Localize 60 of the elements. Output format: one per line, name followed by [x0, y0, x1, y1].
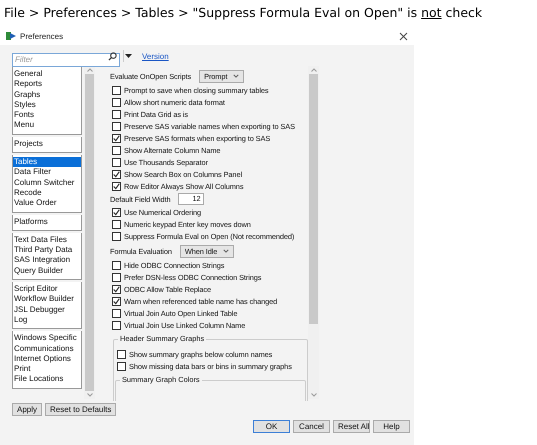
sidebar-item[interactable]: Styles — [13, 100, 81, 110]
sidebar-item[interactable]: Graphs — [13, 90, 81, 100]
sidebar-item[interactable]: Value Order — [13, 198, 81, 209]
sidebar-item[interactable]: Data Filter — [13, 167, 81, 178]
checkbox[interactable] — [112, 182, 121, 190]
window-title: Preferences — [20, 32, 64, 40]
sidebar-item[interactable]: File Locations — [13, 374, 81, 385]
checkbox[interactable] — [112, 122, 121, 130]
caret-icon — [233, 74, 240, 78]
search-icon — [108, 52, 117, 60]
sidebar-item[interactable]: Menu — [13, 120, 81, 131]
sidebar-item[interactable]: Tables — [13, 157, 81, 168]
sidebar-item[interactable]: Column Switcher — [13, 178, 81, 188]
sidebar-item[interactable]: Windows Specific — [13, 333, 81, 344]
checkbox[interactable] — [117, 362, 126, 370]
dialog-button[interactable]: Reset All — [333, 420, 370, 433]
checkbox[interactable] — [112, 146, 121, 154]
reset-button[interactable]: Reset to Defaults — [45, 403, 116, 416]
filter-field[interactable]: Filter — [12, 52, 120, 66]
checkbox[interactable] — [112, 308, 121, 318]
checkbox[interactable] — [117, 350, 126, 358]
checkbox[interactable] — [112, 220, 121, 228]
dialog-button[interactable]: Cancel — [293, 420, 330, 433]
app-icon — [6, 31, 16, 41]
sidebar-item[interactable]: JSL Debugger — [13, 304, 81, 315]
checkbox[interactable] — [112, 208, 121, 216]
sidebar-item[interactable]: Communications — [13, 344, 81, 354]
sidebar-item[interactable]: General — [13, 69, 81, 80]
checkbox[interactable] — [112, 272, 121, 282]
sidebar-item[interactable]: Query Builder — [13, 266, 81, 276]
close-icon[interactable] — [399, 32, 408, 40]
sidebar-item[interactable]: Text Data Files — [13, 234, 81, 246]
checkbox[interactable] — [112, 86, 121, 94]
dialog-button[interactable]: OK — [253, 420, 290, 433]
sidebar-item[interactable]: Recode — [13, 188, 81, 198]
sidebar-item[interactable]: Print — [13, 364, 81, 374]
caret-icon — [223, 249, 230, 253]
checkbox[interactable] — [112, 158, 121, 166]
checkbox[interactable] — [112, 232, 121, 240]
checkbox[interactable] — [112, 260, 121, 270]
checkbox[interactable] — [112, 110, 121, 118]
sidebar-item[interactable]: Third Party Data — [13, 245, 81, 256]
checkbox[interactable] — [112, 98, 121, 106]
checkbox[interactable] — [112, 320, 121, 330]
sidebar-item[interactable]: SAS Integration — [13, 255, 81, 266]
caption-text: File > Preferences > Tables > "Suppress Formula Eval on Open" is not check — [3, 4, 484, 22]
checkbox[interactable] — [112, 284, 121, 294]
sidebar-item[interactable]: Workflow Builder — [13, 294, 81, 305]
dropdown-arrow-icon[interactable] — [123, 50, 133, 62]
checkbox[interactable] — [112, 134, 121, 142]
sidebar-item[interactable]: Log — [13, 314, 81, 326]
version-link[interactable]: Version — [142, 52, 169, 60]
sidebar-item[interactable]: Reports — [13, 79, 81, 90]
apply-button[interactable]: Apply — [12, 403, 42, 416]
sidebar-item[interactable]: Script Editor — [13, 284, 81, 294]
checkbox[interactable] — [112, 170, 121, 178]
dialog-button[interactable]: Help — [373, 420, 410, 433]
checkbox[interactable] — [112, 296, 121, 306]
sidebar-item[interactable]: Internet Options — [13, 354, 81, 364]
sidebar-item[interactable]: Fonts — [13, 110, 81, 120]
